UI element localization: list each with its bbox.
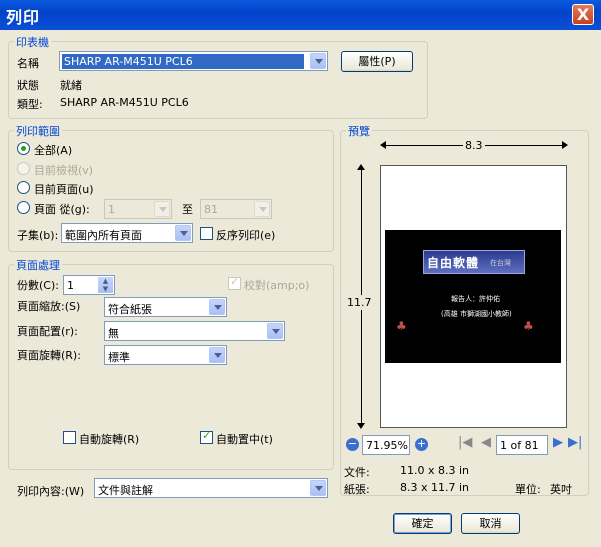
pages-from-input[interactable]: 1	[104, 199, 172, 219]
layout-value: 無	[108, 327, 119, 340]
slide-title: 自由軟體	[427, 256, 480, 270]
slide-title-banner: 自由軟體 在台灣	[423, 250, 525, 274]
page-handling-group	[8, 264, 334, 470]
doc-size-value: 11.0 x 8.3 in	[400, 464, 470, 477]
chevron-down-icon[interactable]	[175, 225, 191, 241]
radio-current-page-label[interactable]: 目前頁面(u)	[34, 181, 94, 197]
last-page-icon[interactable]: ▶|	[568, 435, 582, 450]
pages-to-input[interactable]: 81	[200, 199, 272, 219]
print-range-legend: 列印範圍	[14, 123, 62, 139]
unit-value: 英吋	[550, 483, 572, 496]
zoom-value: 71.95%	[366, 439, 408, 452]
width-arrow-right-icon	[562, 141, 568, 149]
zoom-out-icon[interactable]: −	[346, 438, 359, 451]
printer-legend: 印表機	[14, 34, 51, 50]
subset-select[interactable]: 範圍內所有頁面	[61, 223, 193, 243]
printer-status-label: 狀態	[17, 79, 39, 92]
printer-status-value: 就緒	[60, 79, 82, 92]
printer-name-value: SHARP AR-M451U PCL6	[62, 54, 304, 69]
pages-to-value: 81	[204, 203, 218, 216]
slide-title-small: 在台灣	[490, 259, 511, 267]
slide-author: 報告人：許仲佑	[451, 295, 500, 303]
page-handling-legend: 頁面處理	[14, 257, 62, 273]
radio-current-page[interactable]	[17, 181, 30, 194]
spinner-arrows-icon[interactable]: ▲ ▼	[98, 277, 113, 293]
ok-button[interactable]: 確定	[393, 513, 452, 534]
slide-school: (高雄 市獅湖國小教師)	[441, 310, 512, 318]
height-arrow-top-icon	[357, 164, 365, 170]
chevron-down-icon[interactable]	[267, 323, 283, 339]
chevron-down-icon[interactable]	[154, 201, 170, 217]
width-arrow-left-icon	[380, 141, 386, 149]
next-page-icon[interactable]: ▶	[553, 435, 563, 450]
radio-current-view[interactable]	[17, 162, 30, 175]
chevron-down-icon[interactable]	[209, 347, 225, 363]
scaling-label: 頁面縮放:(S)	[17, 300, 81, 313]
pages-from-value: 1	[108, 203, 115, 216]
slide-figure-right-icon: ♣	[523, 319, 534, 333]
paper-size-value: 8.3 x 11.7 in	[400, 481, 470, 494]
cancel-button[interactable]: 取消	[461, 513, 520, 534]
subset-label: 子集(b):	[17, 229, 59, 242]
unit-label: 單位:	[515, 483, 541, 496]
preview-slide: 自由軟體 在台灣 報告人：許仲佑 (高雄 市獅湖國小教師) ♣ ♣	[385, 230, 561, 363]
height-arrow-bottom-icon	[357, 423, 365, 429]
pages-to-label: 至	[182, 203, 193, 216]
auto-rotate-checkbox[interactable]	[63, 431, 76, 444]
copies-value: 1	[67, 279, 74, 292]
print-what-select[interactable]: 文件與註解	[94, 478, 328, 498]
auto-center-checkbox[interactable]	[200, 429, 213, 444]
radio-pages-label[interactable]: 頁面 從(g):	[34, 201, 90, 217]
printer-type-label: 類型:	[17, 98, 43, 111]
print-what-label: 列印內容:(W)	[17, 485, 85, 498]
chevron-down-icon[interactable]	[254, 201, 270, 217]
paper-size-label: 紙張:	[344, 483, 370, 496]
preview-legend: 預覽	[346, 123, 372, 139]
doc-size-label: 文件:	[344, 466, 370, 479]
printer-name-label: 名稱	[17, 57, 39, 70]
collate-checkbox[interactable]	[228, 275, 241, 290]
rotation-label: 頁面旋轉(R):	[17, 349, 81, 362]
reverse-print-label[interactable]: 反序列印(e)	[216, 227, 275, 243]
first-page-icon[interactable]: |◀	[458, 435, 472, 450]
page-indicator-value: 1 of 81	[500, 439, 539, 452]
width-label: 8.3	[463, 139, 485, 152]
close-button[interactable]: X	[572, 4, 594, 25]
chevron-down-icon[interactable]	[310, 53, 326, 69]
auto-rotate-label[interactable]: 自動旋轉(R)	[79, 431, 139, 447]
layout-label: 頁面配置(r):	[17, 325, 78, 338]
slide-figure-left-icon: ♣	[396, 319, 407, 333]
reverse-print-checkbox[interactable]	[200, 227, 213, 240]
rotation-select[interactable]: 標準	[104, 345, 227, 365]
printer-type-value: SHARP AR-M451U PCL6	[60, 96, 189, 109]
page-indicator[interactable]: 1 of 81	[496, 435, 548, 455]
prev-page-icon[interactable]: ◀	[481, 435, 491, 450]
radio-all-label[interactable]: 全部(A)	[34, 142, 72, 158]
chevron-down-icon[interactable]	[209, 299, 225, 315]
radio-all[interactable]	[17, 142, 30, 155]
layout-select[interactable]: 無	[104, 321, 285, 341]
window-title: 列印	[6, 8, 41, 27]
printer-name-select[interactable]: SHARP AR-M451U PCL6	[59, 51, 328, 71]
zoom-input[interactable]: 71.95%	[362, 435, 410, 455]
rotation-value: 標準	[108, 351, 130, 364]
properties-button[interactable]: 屬性(P)	[341, 51, 413, 72]
scaling-select[interactable]: 符合紙張	[104, 297, 227, 317]
zoom-in-icon[interactable]: +	[415, 438, 428, 451]
title-bar: 列印 X	[0, 0, 601, 30]
collate-label[interactable]: 校對(amp;o)	[244, 277, 309, 293]
auto-center-label[interactable]: 自動置中(t)	[216, 431, 273, 447]
copies-spinner[interactable]: 1 ▲ ▼	[63, 275, 115, 295]
copies-label: 份數(C):	[17, 279, 59, 292]
print-what-value: 文件與註解	[98, 484, 153, 497]
radio-pages[interactable]	[17, 201, 30, 214]
subset-value: 範圍內所有頁面	[65, 229, 142, 242]
radio-current-view-label[interactable]: 目前檢視(v)	[34, 162, 93, 178]
chevron-down-icon[interactable]	[310, 480, 326, 496]
height-label: 11.7	[347, 295, 372, 310]
scaling-value: 符合紙張	[108, 303, 152, 316]
